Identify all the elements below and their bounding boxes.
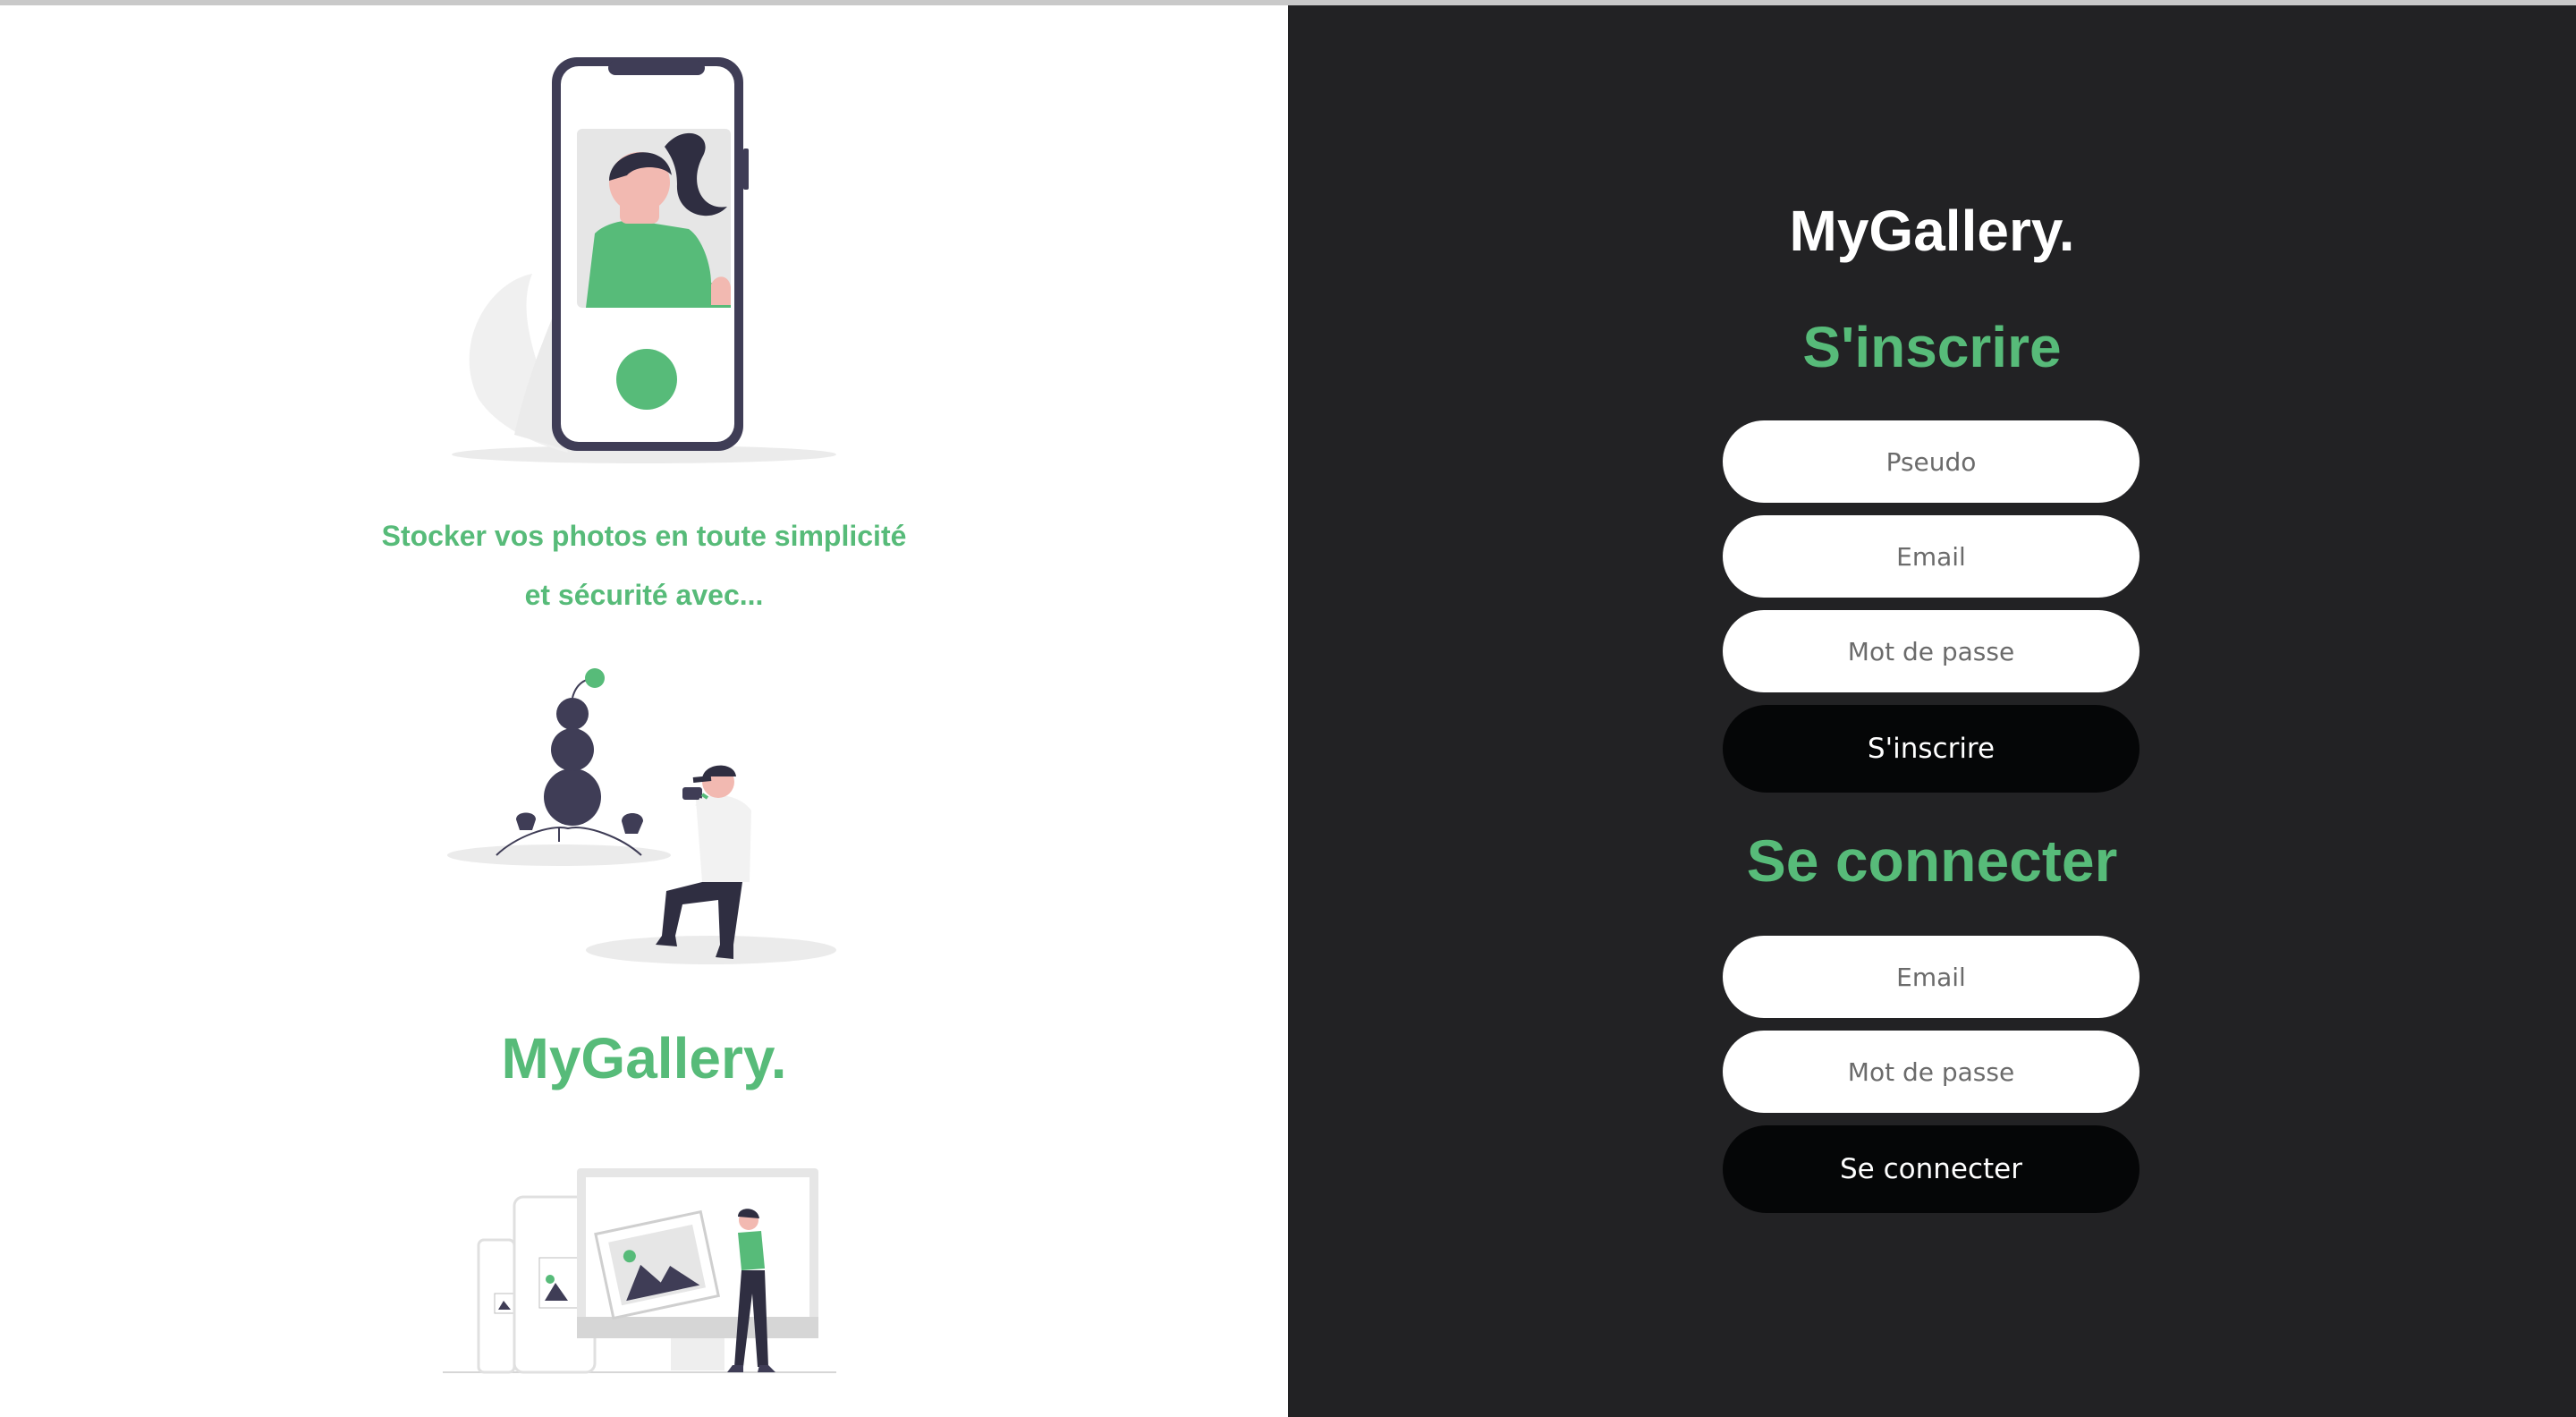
login-button[interactable]: Se connecter bbox=[1723, 1125, 2140, 1213]
login-password-input[interactable] bbox=[1723, 1031, 2140, 1113]
devices-gallery-illustration bbox=[443, 1168, 836, 1374]
signup-email-input[interactable] bbox=[1723, 515, 2140, 598]
left-panel: Stocker vos photos en toute simplicité e… bbox=[0, 5, 1288, 1417]
phone-selfie-illustration bbox=[452, 57, 836, 463]
login-email-input[interactable] bbox=[1723, 936, 2140, 1018]
pseudo-input[interactable] bbox=[1723, 420, 2140, 503]
auth-panel: MyGallery. S'inscrire S'inscrire Se conn… bbox=[1288, 5, 2576, 1417]
tagline-line-2: et sécurité avec... bbox=[524, 579, 764, 611]
signup-button[interactable]: S'inscrire bbox=[1723, 705, 2140, 793]
login-title: Se connecter bbox=[1746, 827, 2118, 894]
left-brand-logo: MyGallery. bbox=[501, 1026, 787, 1090]
signup-title: S'inscrire bbox=[1802, 315, 2062, 379]
signup-password-input[interactable] bbox=[1723, 610, 2140, 692]
tagline-line-1: Stocker vos photos en toute simplicité bbox=[381, 520, 907, 552]
photographer-illustration bbox=[447, 668, 836, 964]
brand-logo: MyGallery. bbox=[1789, 199, 2075, 263]
